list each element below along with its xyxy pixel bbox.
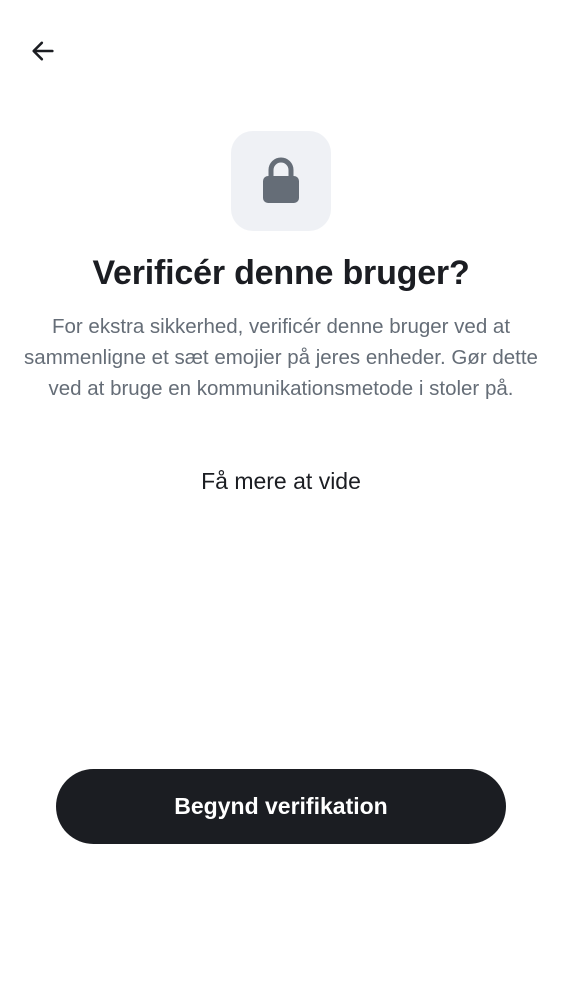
description-text: For ekstra sikkerhed, verificér denne br… <box>24 315 538 400</box>
page-title: Verificér denne bruger? <box>92 254 470 292</box>
back-button[interactable] <box>22 30 64 72</box>
start-verification-label: Begynd verifikation <box>174 793 388 819</box>
lock-icon <box>263 157 299 203</box>
start-verification-button[interactable]: Begynd verifikation <box>56 769 506 844</box>
lock-icon-tile <box>231 131 331 231</box>
arrow-left-icon <box>32 41 54 61</box>
learn-more-link[interactable]: Få mere at vide <box>0 468 562 495</box>
